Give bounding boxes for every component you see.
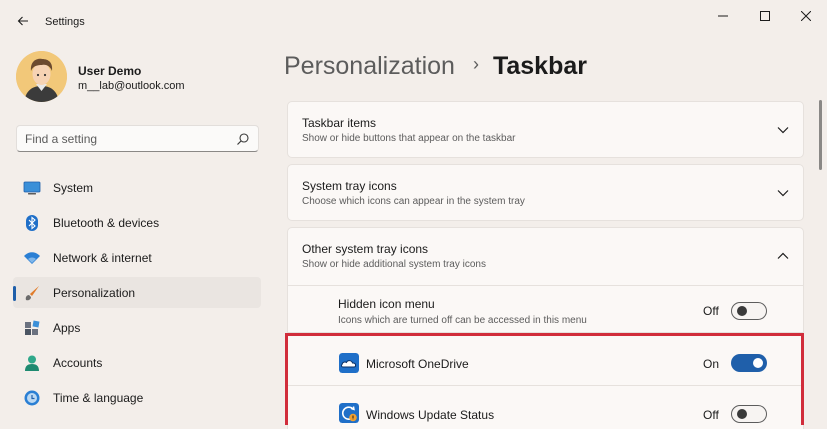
page-title: Taskbar	[492, 52, 587, 80]
taskbar-items-section[interactable]: Taskbar items Show or hide buttons that …	[287, 101, 804, 158]
avatar-image	[16, 51, 67, 102]
title-bar: Settings	[0, 0, 827, 44]
wifi-icon	[24, 252, 40, 264]
section-title: Taskbar items	[302, 116, 377, 130]
active-indicator	[13, 286, 16, 301]
back-button[interactable]	[12, 10, 34, 32]
back-arrow-icon	[17, 16, 28, 26]
highlight-box	[285, 333, 804, 425]
setting-description: Icons which are turned off can be access…	[338, 315, 587, 326]
sidebar-item-label: Personalization	[53, 286, 136, 300]
section-description: Show or hide additional system tray icon…	[302, 259, 486, 270]
sidebar-item-system[interactable]: System	[13, 172, 261, 203]
minimize-button[interactable]	[709, 6, 737, 26]
breadcrumb: Personalization › Taskbar	[284, 52, 587, 81]
paintbrush-icon	[25, 286, 39, 301]
setting-title: Hidden icon menu	[338, 297, 435, 311]
monitor-icon	[23, 181, 41, 195]
sidebar-item-network[interactable]: Network & internet	[13, 242, 261, 273]
sidebar-item-time-language[interactable]: Time & language	[13, 382, 261, 413]
chevron-down-icon[interactable]	[777, 189, 789, 197]
bluetooth-icon	[26, 215, 38, 231]
sidebar-item-label: System	[53, 181, 94, 195]
hidden-icon-menu-row: Hidden icon menu Icons which are turned …	[288, 286, 803, 332]
search-placeholder: Find a setting	[25, 132, 98, 146]
sidebar-item-label: Accounts	[53, 356, 103, 370]
user-email: m__lab@outlook.com	[78, 80, 185, 92]
scrollbar-thumb[interactable]	[819, 100, 822, 170]
toggle-state-label: Off	[703, 304, 719, 318]
sidebar-item-label: Bluetooth & devices	[53, 216, 160, 230]
avatar	[16, 51, 67, 102]
search-input[interactable]: Find a setting	[16, 125, 259, 152]
sidebar-item-label: Time & language	[53, 391, 144, 405]
globe-clock-icon	[24, 390, 40, 406]
breadcrumb-separator: ›	[472, 54, 479, 74]
section-title: Other system tray icons	[302, 242, 429, 256]
section-description: Choose which icons can appear in the sys…	[302, 196, 525, 207]
sidebar-item-label: Network & internet	[53, 251, 152, 265]
hidden-icon-menu-toggle[interactable]	[731, 302, 767, 320]
chevron-down-icon[interactable]	[777, 126, 789, 134]
section-title: System tray icons	[302, 179, 397, 193]
breadcrumb-parent[interactable]: Personalization	[284, 52, 455, 80]
close-button[interactable]	[792, 6, 820, 26]
user-name: User Demo	[78, 64, 142, 78]
sidebar-item-label: Apps	[53, 321, 81, 335]
minimize-icon	[718, 15, 728, 17]
section-header[interactable]: Other system tray icons Show or hide add…	[288, 228, 803, 285]
sidebar-item-personalization[interactable]: Personalization	[13, 277, 261, 308]
scrollbar[interactable]	[818, 100, 823, 170]
sidebar-item-apps[interactable]: Apps	[13, 312, 261, 343]
sidebar-item-bluetooth[interactable]: Bluetooth & devices	[13, 207, 261, 238]
section-description: Show or hide buttons that appear on the …	[302, 133, 516, 144]
chevron-up-icon[interactable]	[777, 252, 789, 260]
app-title: Settings	[45, 16, 85, 28]
sidebar-item-accounts[interactable]: Accounts	[13, 347, 261, 378]
apps-icon	[25, 320, 40, 335]
maximize-button[interactable]	[751, 6, 779, 26]
maximize-icon	[760, 11, 770, 21]
search-icon	[237, 133, 249, 145]
system-tray-icons-section[interactable]: System tray icons Choose which icons can…	[287, 164, 804, 221]
person-icon	[25, 355, 39, 371]
close-icon	[801, 11, 811, 21]
toggle-knob	[737, 306, 747, 316]
